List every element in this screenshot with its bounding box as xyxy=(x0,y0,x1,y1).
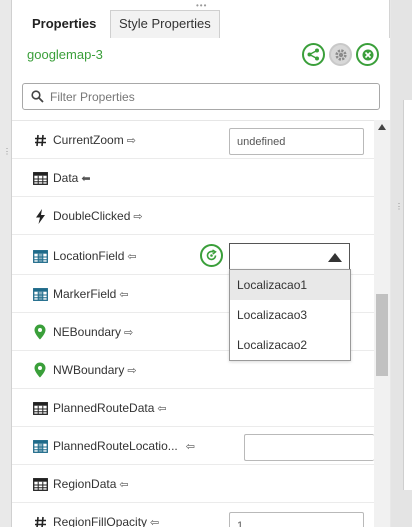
adjacent-panel-edge xyxy=(403,100,412,490)
property-row-regionfillopacity[interactable]: RegionFillOpacity ⇦ 1 xyxy=(12,503,374,527)
property-name: MarkerField xyxy=(53,287,117,301)
arrow-left-icon: ⇦ xyxy=(127,251,137,263)
property-row-regiondata[interactable]: RegionData ⇦ xyxy=(12,465,374,503)
property-name: LocationField xyxy=(53,249,125,263)
table-column-icon xyxy=(32,286,48,302)
property-row-plannedroutedata[interactable]: PlannedRouteData ⇦ xyxy=(12,389,374,427)
panel-header: googlemap-3 xyxy=(12,38,390,120)
tab-bar: Properties Style Properties xyxy=(12,10,220,38)
property-name: Data xyxy=(53,171,79,185)
lightning-icon xyxy=(32,208,48,224)
hash-icon xyxy=(32,132,48,148)
arrow-left-icon: ⇦ xyxy=(157,403,167,415)
tab-properties[interactable]: Properties xyxy=(12,10,110,38)
tab-style-properties[interactable]: Style Properties xyxy=(110,10,220,38)
property-name: CurrentZoom xyxy=(53,133,124,147)
dropdown-arrow-icon[interactable] xyxy=(328,253,342,262)
property-row-currentzoom[interactable]: CurrentZoom ⇨ undefined xyxy=(12,121,374,159)
arrow-left-icon: ⇦ xyxy=(185,441,195,453)
currentzoom-value-input[interactable]: undefined xyxy=(229,128,364,155)
property-row-doubleclicked[interactable]: DoubleClicked ⇨ xyxy=(12,197,374,235)
table-icon xyxy=(32,476,48,492)
dropdown-option[interactable]: Localizacao1 xyxy=(230,270,350,300)
settings-button[interactable] xyxy=(329,43,352,66)
share-button[interactable] xyxy=(302,43,325,66)
scrollbar-thumb[interactable] xyxy=(376,294,388,376)
arrow-left-icon: ⬅ xyxy=(81,173,91,185)
property-name: RegionFillOpacity xyxy=(53,515,148,527)
property-row-plannedroutelocation[interactable]: PlannedRouteLocatio... ⇦ xyxy=(12,427,374,465)
search-icon xyxy=(31,90,44,103)
component-name: googlemap-3 xyxy=(27,47,103,62)
arrow-left-icon: ⇦ xyxy=(119,479,129,491)
top-drag-handle[interactable]: ••• xyxy=(196,1,207,10)
locationfield-select[interactable] xyxy=(229,243,350,270)
arrow-left-icon: ⇦ xyxy=(150,517,160,527)
property-name: PlannedRouteLocatio... xyxy=(53,439,178,453)
splitter-grip-icon: ⋮ xyxy=(395,202,403,211)
refresh-icon xyxy=(206,249,217,261)
property-row-data[interactable]: Data ⬅ xyxy=(12,159,374,197)
arrow-right-icon: ⇨ xyxy=(127,365,137,377)
properties-window: ⋮ ••• Properties Style Properties google… xyxy=(0,0,412,527)
left-splitter[interactable]: ⋮ xyxy=(0,0,12,527)
gear-icon xyxy=(334,48,347,61)
map-pin-icon xyxy=(32,324,48,340)
binding-refresh-button[interactable] xyxy=(200,244,223,267)
arrow-right-icon: ⇨ xyxy=(133,211,143,223)
property-name: PlannedRouteData xyxy=(53,401,155,415)
arrow-right-icon: ⇨ xyxy=(124,327,134,339)
scroll-up-arrow-icon[interactable] xyxy=(378,124,386,130)
property-name: DoubleClicked xyxy=(53,209,131,223)
dropdown-option[interactable]: Localizacao3 xyxy=(230,300,350,330)
vertical-scrollbar[interactable] xyxy=(374,120,390,527)
table-column-icon xyxy=(32,438,48,454)
filter-box xyxy=(22,83,380,110)
property-name: NWBoundary xyxy=(53,363,125,377)
arrow-right-icon: ⇨ xyxy=(126,135,136,147)
filter-properties-input[interactable] xyxy=(50,88,370,106)
locationfield-dropdown-menu: Localizacao1 Localizacao3 Localizacao2 xyxy=(229,269,351,361)
share-icon xyxy=(307,48,319,61)
table-icon xyxy=(32,170,48,186)
map-pin-icon xyxy=(32,362,48,378)
close-button[interactable] xyxy=(356,43,379,66)
right-splitter[interactable]: ⋮ xyxy=(391,0,412,527)
table-icon xyxy=(32,400,48,416)
dropdown-option[interactable]: Localizacao2 xyxy=(230,330,350,360)
regionfillopacity-value-input[interactable]: 1 xyxy=(229,512,364,527)
close-icon xyxy=(362,49,373,60)
property-name: NEBoundary xyxy=(53,325,122,339)
plannedroutelocation-value-input[interactable] xyxy=(244,434,374,461)
hash-icon xyxy=(32,514,48,527)
splitter-grip-icon: ⋮ xyxy=(3,147,11,156)
table-column-icon xyxy=(32,248,48,264)
arrow-left-icon: ⇦ xyxy=(119,289,129,301)
property-name: RegionData xyxy=(53,477,117,491)
